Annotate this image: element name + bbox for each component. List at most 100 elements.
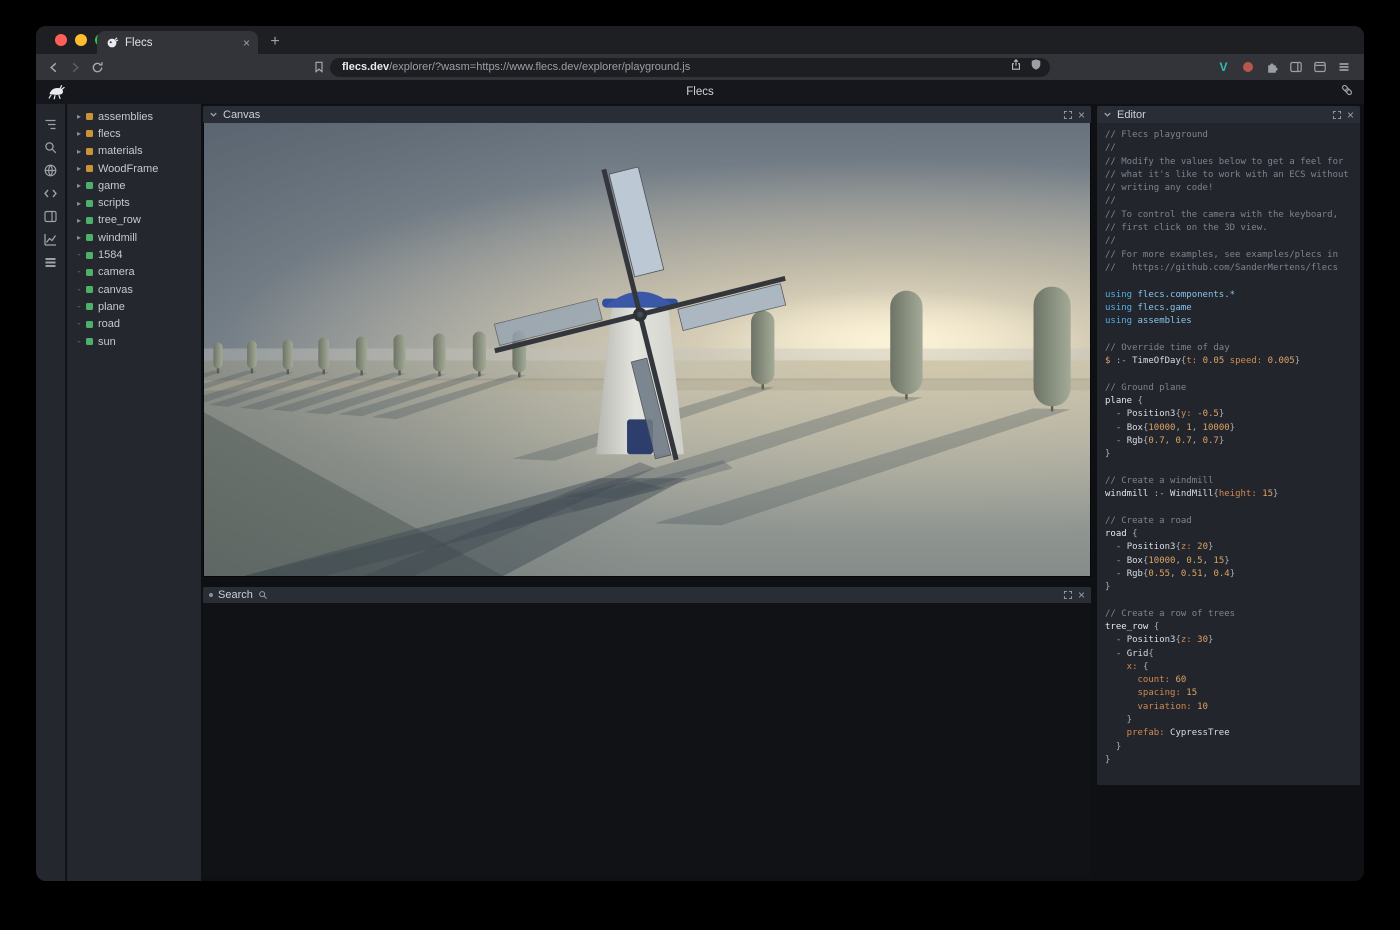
tree-item-road[interactable]: -road bbox=[67, 316, 201, 333]
tab-close-icon[interactable]: × bbox=[243, 37, 250, 49]
app-header: Flecs bbox=[36, 80, 1364, 104]
expand-arrow-icon[interactable]: ▸ bbox=[74, 147, 84, 156]
code-line: } bbox=[1105, 741, 1352, 754]
url-path: /explorer/?wasm=https://www.flecs.dev/ex… bbox=[389, 61, 690, 73]
entity-square-icon bbox=[86, 269, 93, 276]
code-line: } bbox=[1105, 581, 1352, 594]
sidebar-toggle-icon[interactable] bbox=[1285, 57, 1306, 78]
entity-square-icon bbox=[86, 182, 93, 189]
code-icon[interactable] bbox=[39, 182, 62, 205]
code-line: // writing any code! bbox=[1105, 182, 1352, 195]
expand-arrow-icon[interactable]: ▸ bbox=[74, 199, 84, 208]
entity-tree-panel: ▸ assemblies ▸flecs▸materials▸WoodFrame▸ga… bbox=[67, 104, 201, 881]
reload-button[interactable] bbox=[86, 56, 108, 78]
browser-tab[interactable]: Flecs × bbox=[97, 31, 258, 54]
tree-item-windmill[interactable]: ▸windmill bbox=[67, 229, 201, 246]
code-line: } bbox=[1105, 754, 1352, 767]
search-magnifier-icon bbox=[258, 590, 268, 600]
canvas-panel-header: Canvas × bbox=[203, 106, 1091, 123]
code-editor[interactable]: // Flecs playground // // Modify the value… bbox=[1097, 123, 1360, 785]
code-line: // bbox=[1105, 235, 1352, 248]
close-panel-icon[interactable]: × bbox=[1347, 109, 1354, 121]
rows-icon[interactable] bbox=[39, 251, 62, 274]
code-line: - Position3{z: 30} bbox=[1105, 634, 1352, 647]
close-window-button[interactable] bbox=[55, 34, 67, 46]
entity-square-icon bbox=[86, 338, 93, 345]
tree-item-WoodFrame[interactable]: ▸WoodFrame bbox=[67, 160, 201, 177]
extensions-puzzle-icon[interactable] bbox=[1261, 57, 1282, 78]
3d-scene bbox=[204, 123, 1090, 576]
tree-item-plane[interactable]: -plane bbox=[67, 298, 201, 315]
code-line: using flecs.game bbox=[1105, 302, 1352, 315]
expand-panel-icon[interactable] bbox=[1332, 110, 1342, 120]
minimize-window-button[interactable] bbox=[75, 34, 87, 46]
panel-dot-icon[interactable] bbox=[209, 593, 213, 597]
extension-record-icon[interactable] bbox=[1237, 57, 1258, 78]
expand-arrow-icon[interactable]: ▸ bbox=[74, 129, 84, 138]
expand-arrow-icon[interactable]: ▸ bbox=[74, 216, 84, 225]
code-line: - Box{10000, 1, 10000} bbox=[1105, 422, 1352, 435]
canvas-3d-view[interactable] bbox=[203, 123, 1091, 577]
tree-item-game[interactable]: ▸game bbox=[67, 177, 201, 194]
leaf-dash-icon: - bbox=[74, 285, 84, 295]
tree-item-materials[interactable]: ▸materials bbox=[67, 143, 201, 160]
expand-panel-icon[interactable] bbox=[1063, 590, 1073, 600]
url-bar[interactable]: flecs.dev/explorer/?wasm=https://www.fle… bbox=[330, 58, 1050, 77]
tree-item-label: assemblies bbox=[98, 111, 153, 123]
code-line: plane { bbox=[1105, 395, 1352, 408]
permalink-icon[interactable] bbox=[1340, 83, 1354, 102]
search-panel-title: Search bbox=[218, 589, 253, 601]
tree-item-assemblies[interactable]: ▸ assemblies bbox=[67, 108, 201, 125]
chart-icon[interactable] bbox=[39, 228, 62, 251]
entity-square-icon bbox=[86, 234, 93, 241]
url-text: flecs.dev/explorer/?wasm=https://www.fle… bbox=[342, 61, 1010, 73]
tree-item-1584[interactable]: - 1584 bbox=[67, 246, 201, 263]
world-icon[interactable] bbox=[39, 159, 62, 182]
tree-item-scripts[interactable]: ▸scripts bbox=[67, 194, 201, 211]
code-line: - Position3{y: -0.5} bbox=[1105, 408, 1352, 421]
entity-square-icon bbox=[86, 286, 93, 293]
code-line bbox=[1105, 275, 1352, 288]
code-line: x: { bbox=[1105, 661, 1352, 674]
bookmark-icon[interactable] bbox=[308, 56, 330, 78]
code-line: - Rgb{0.55, 0.51, 0.4} bbox=[1105, 568, 1352, 581]
shield-icon[interactable] bbox=[1030, 58, 1042, 76]
collapse-chevron-icon[interactable] bbox=[209, 110, 218, 119]
tree-item-label: 1584 bbox=[98, 249, 122, 261]
code-line bbox=[1105, 368, 1352, 381]
new-tab-button[interactable]: + bbox=[264, 31, 286, 53]
close-panel-icon[interactable]: × bbox=[1078, 109, 1085, 121]
leaf-dash-icon: - bbox=[74, 250, 84, 260]
hierarchy-icon[interactable] bbox=[39, 113, 62, 136]
search-panel-header: Search × bbox=[203, 587, 1091, 603]
menu-icon[interactable] bbox=[1333, 57, 1354, 78]
expand-arrow-icon[interactable]: ▸ bbox=[74, 112, 84, 121]
expand-arrow-icon[interactable]: ▸ bbox=[74, 164, 84, 173]
panels-icon[interactable] bbox=[39, 205, 62, 228]
code-line: road { bbox=[1105, 528, 1352, 541]
expand-panel-icon[interactable] bbox=[1063, 110, 1073, 120]
tree-item-flecs[interactable]: ▸flecs bbox=[67, 125, 201, 142]
tree-item-camera[interactable]: -camera bbox=[67, 264, 201, 281]
code-line: // To control the camera with the keyboa… bbox=[1105, 209, 1352, 222]
code-line: // Modify the values below to get a feel… bbox=[1105, 156, 1352, 169]
flecs-explorer-page: Flecs bbox=[36, 80, 1364, 881]
expand-arrow-icon[interactable]: ▸ bbox=[74, 181, 84, 190]
extension-v-icon[interactable]: V bbox=[1213, 57, 1234, 78]
code-line: // Flecs playground bbox=[1105, 129, 1352, 142]
back-button[interactable] bbox=[42, 56, 64, 78]
tree-item-canvas[interactable]: -canvas bbox=[67, 281, 201, 298]
forward-button[interactable] bbox=[64, 56, 86, 78]
code-line: variation: 10 bbox=[1105, 701, 1352, 714]
search-icon[interactable] bbox=[39, 136, 62, 159]
tree-item-tree_row[interactable]: ▸tree_row bbox=[67, 212, 201, 229]
collapse-chevron-icon[interactable] bbox=[1103, 110, 1112, 119]
close-panel-icon[interactable]: × bbox=[1078, 589, 1085, 601]
entity-square-icon bbox=[86, 321, 93, 328]
tree-item-label: plane bbox=[98, 301, 125, 313]
tree-item-sun[interactable]: -sun bbox=[67, 333, 201, 350]
share-icon[interactable] bbox=[1010, 58, 1022, 76]
window-panel-icon[interactable] bbox=[1309, 57, 1330, 78]
expand-arrow-icon[interactable]: ▸ bbox=[74, 233, 84, 242]
code-line bbox=[1105, 501, 1352, 514]
